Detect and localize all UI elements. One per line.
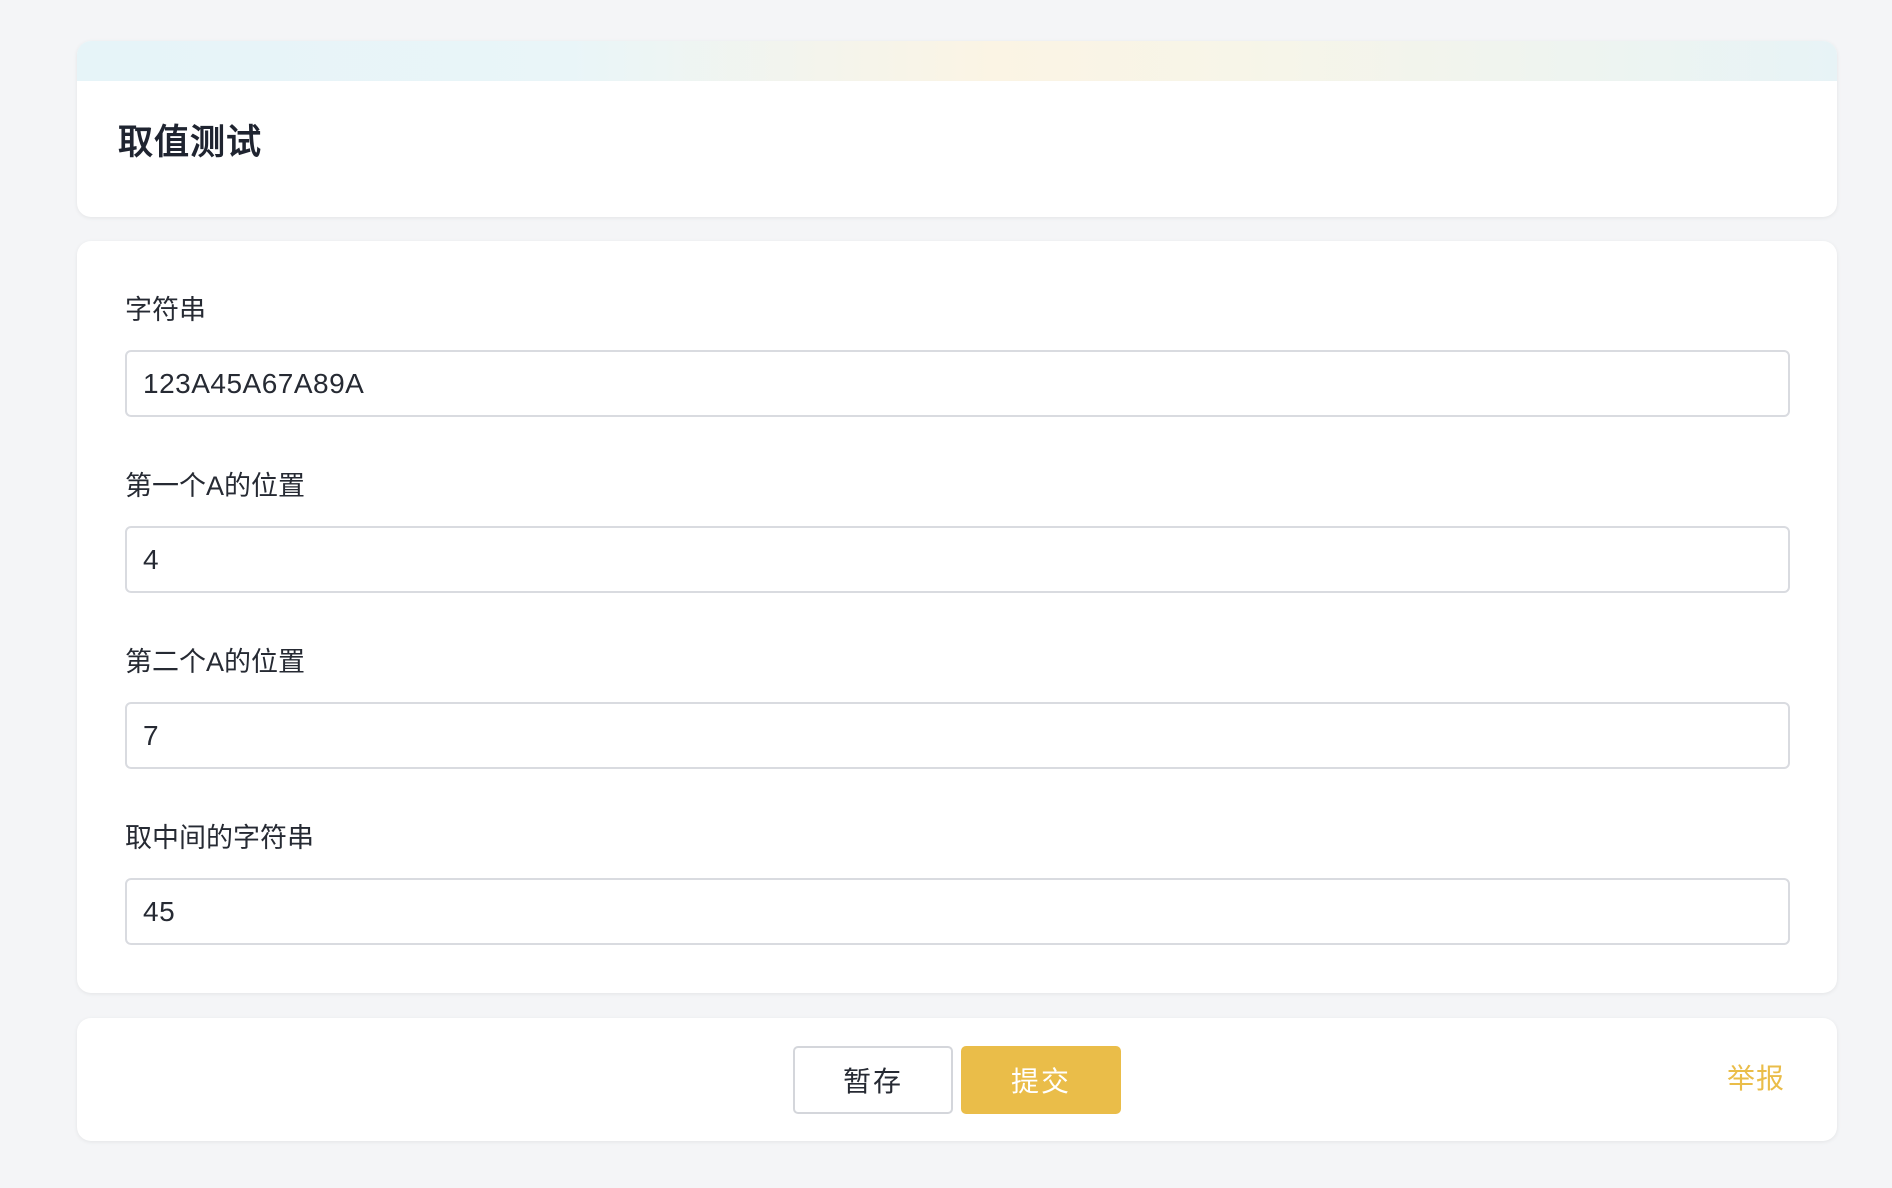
field-label-second-a-position: 第二个A的位置 xyxy=(125,647,306,677)
form-title: 取值测试 xyxy=(118,123,263,162)
form-body-card: 字符串 第一个A的位置 第二个A的位置 取中间的字符串 xyxy=(77,241,1837,993)
first-a-position-input[interactable] xyxy=(125,526,1790,593)
middle-string-input[interactable] xyxy=(125,878,1790,945)
field-string: 字符串 xyxy=(125,295,1790,417)
field-label-middle-string: 取中间的字符串 xyxy=(125,823,314,853)
save-draft-button[interactable]: 暂存 xyxy=(793,1046,953,1114)
second-a-position-input[interactable] xyxy=(125,702,1790,769)
field-label-string: 字符串 xyxy=(125,295,206,325)
report-link[interactable]: 举报 xyxy=(1727,1065,1785,1093)
form-header-card: 取值测试 xyxy=(77,41,1837,217)
field-label-first-a-position: 第一个A的位置 xyxy=(125,471,306,501)
field-first-a-position: 第一个A的位置 xyxy=(125,471,1790,593)
form-actions-card: 暂存 提交 举报 xyxy=(77,1018,1837,1141)
header-banner xyxy=(77,41,1837,81)
field-middle-string: 取中间的字符串 xyxy=(125,823,1790,945)
submit-button[interactable]: 提交 xyxy=(961,1046,1121,1114)
string-input[interactable] xyxy=(125,350,1790,417)
field-second-a-position: 第二个A的位置 xyxy=(125,647,1790,769)
